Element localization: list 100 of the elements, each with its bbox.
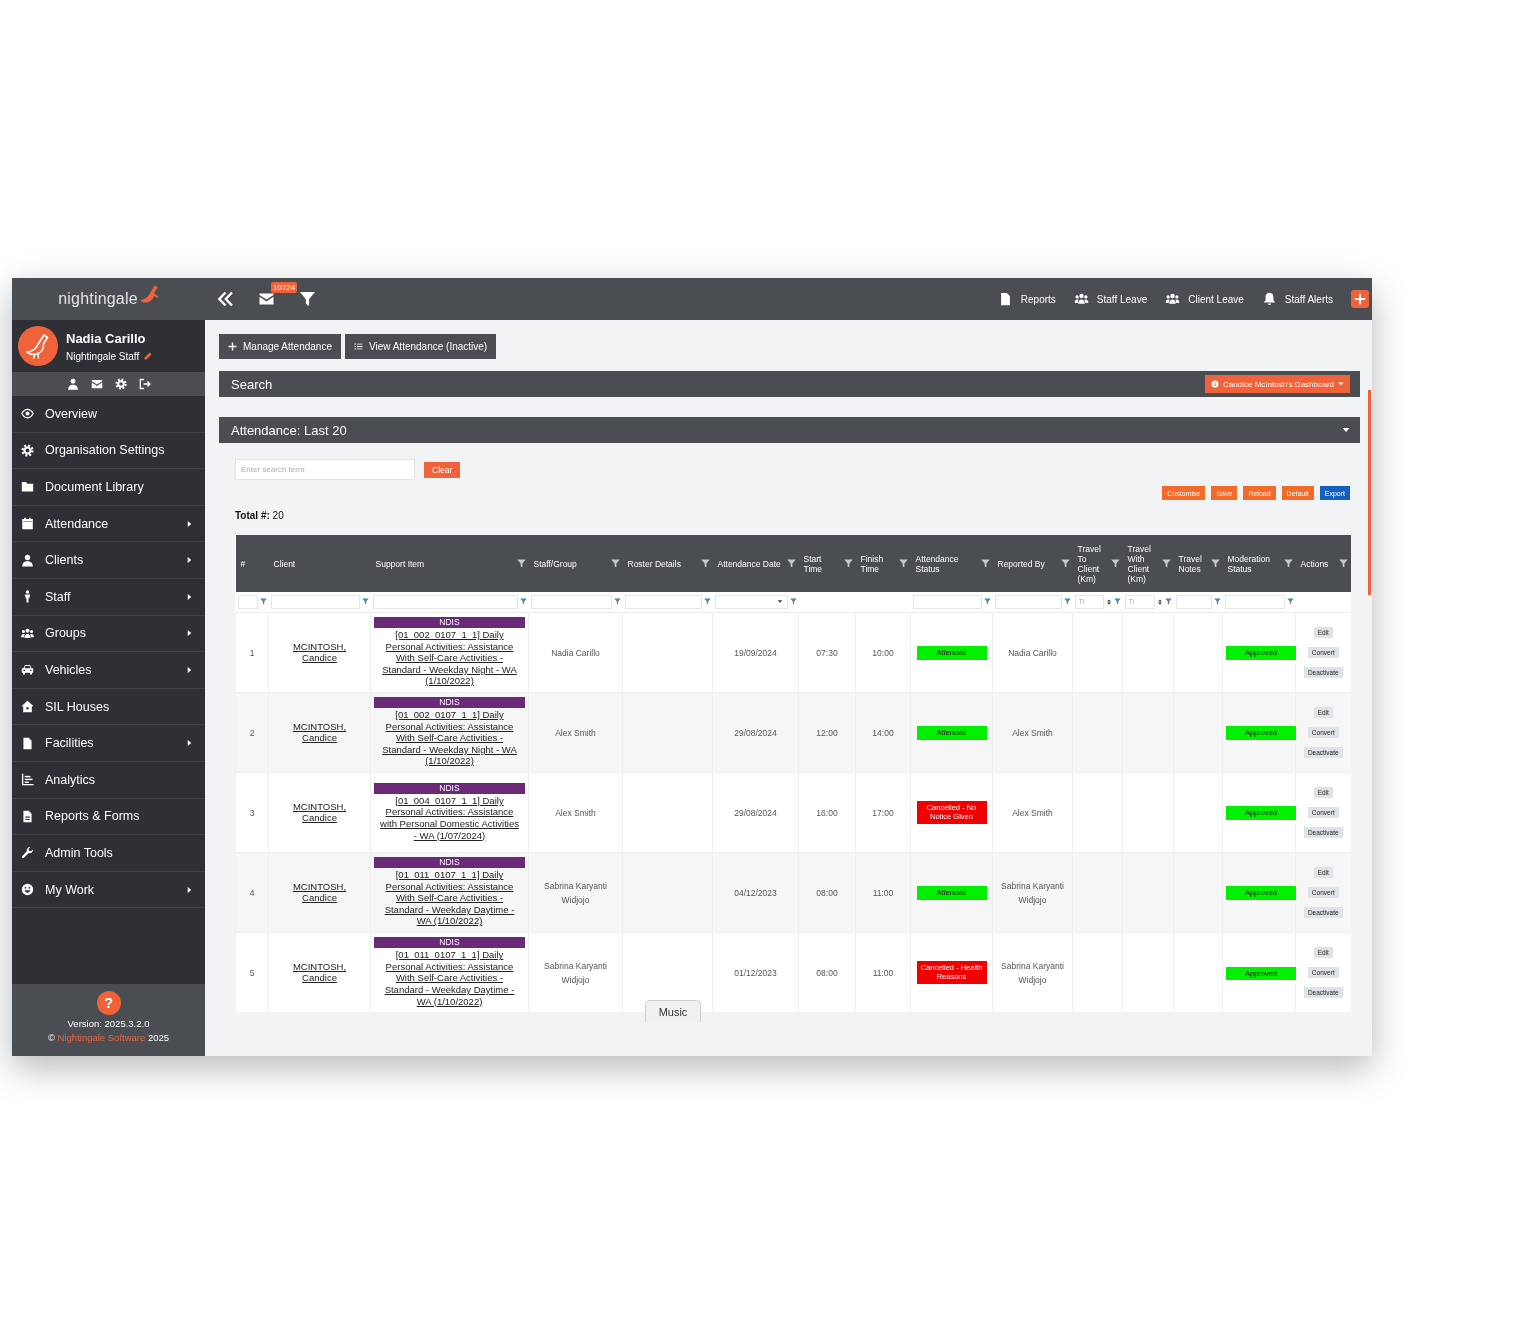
envelope-icon[interactable] (258, 291, 275, 307)
filter-icon[interactable] (1060, 559, 1070, 568)
filter-field[interactable] (237, 594, 258, 609)
support-item-link[interactable]: [01_004_0107_1_1] Daily Personal Activities: Assistance with Personal Domestic Activities - WA (1/07/2024) (378, 794, 521, 842)
client-link[interactable]: MCINTOSH, Candice (292, 961, 347, 984)
menu-item[interactable]: My Work (12, 871, 205, 909)
envelope-icon[interactable] (90, 378, 103, 390)
filter-icon[interactable] (700, 559, 710, 568)
filter-icon[interactable] (1338, 559, 1348, 568)
filter-icon[interactable] (1110, 559, 1120, 568)
staff-name: Alex Smith (555, 728, 596, 738)
filter-field[interactable] (624, 594, 702, 609)
filter-icon[interactable] (1283, 559, 1293, 568)
copyright-text: © Nightingale Software 2025 (47, 1032, 170, 1043)
client-leave-link[interactable]: Client Leave (1165, 292, 1244, 306)
menu-item[interactable]: Admin Tools (12, 835, 205, 872)
staff-leave-link[interactable]: Staff Leave (1073, 292, 1148, 306)
menu-item[interactable]: Groups (12, 615, 205, 653)
scrollbar-thumb[interactable] (1368, 390, 1371, 595)
menu-item[interactable]: Overview (12, 396, 205, 433)
filter-icon[interactable] (703, 598, 711, 606)
folder-icon (21, 480, 34, 494)
filter-icon[interactable] (786, 559, 796, 568)
menu-item[interactable]: Facilities (12, 725, 205, 762)
add-button[interactable] (1351, 290, 1369, 308)
client-link[interactable]: MCINTOSH, Candice (292, 641, 347, 663)
client-link[interactable]: MCINTOSH, Candice (292, 721, 347, 743)
reports-link[interactable]: Reports (997, 292, 1056, 306)
column-header: Attendance Date (717, 558, 781, 569)
filter-field[interactable] (530, 594, 612, 609)
time-text: 08:00 (816, 968, 838, 979)
user-icon[interactable] (66, 378, 79, 390)
filter-icon[interactable] (843, 559, 853, 568)
filter-icon[interactable] (1210, 559, 1220, 568)
filter-field[interactable] (994, 594, 1062, 609)
caret-right-icon (186, 592, 193, 601)
support-item-link[interactable]: [01_011_0107_1_1] Daily Personal Activities: Assistance With Self-Care Activities - Standard - Weekday Daytime - WA (1/10/2022) (378, 949, 521, 1008)
support-item-link[interactable]: [01_002_0107_1_1] Daily Personal Activities: Assistance With Self-Care Activities - Standard - Weekday Night - WA (1/10/2022) (378, 629, 521, 687)
filter-field[interactable] (372, 594, 518, 609)
filter-field[interactable] (1224, 594, 1285, 609)
gear-icon (21, 443, 34, 457)
filter-icon[interactable] (1164, 598, 1172, 606)
row-number: 3 (249, 808, 255, 818)
sign-out-icon[interactable] (138, 378, 151, 390)
user-role: Nightingale Staff (66, 350, 140, 362)
total-count: Total #: 20 (235, 510, 284, 521)
filter-icon[interactable] (299, 291, 316, 307)
bell-icon (1261, 292, 1277, 306)
filter-icon[interactable] (983, 598, 991, 606)
filter-icon[interactable] (898, 559, 908, 568)
column-header: Moderation Status (1227, 553, 1272, 574)
funding-badge: NDIS (374, 697, 525, 708)
menu-item[interactable]: Attendance (12, 505, 205, 543)
filter-icon[interactable] (516, 559, 526, 568)
support-item-link[interactable]: [01_002_0107_1_1] Daily Personal Activities: Assistance With Self-Care Activities - Standard - Weekday Night - WA (1/10/2022) (378, 709, 521, 767)
filter-field[interactable] (270, 594, 360, 609)
filter-icon[interactable] (789, 598, 797, 606)
music-tab[interactable]: Music (645, 1000, 701, 1022)
menu-item[interactable]: Clients (12, 542, 205, 579)
filter-icon[interactable] (610, 559, 620, 568)
caret-right-icon (186, 739, 193, 748)
date-text: 01/12/2023 (734, 968, 777, 979)
double-chevron-icon[interactable] (217, 291, 234, 307)
filter-icon[interactable] (613, 598, 621, 606)
menu-item[interactable]: SIL Houses (12, 688, 205, 726)
row-number: 5 (249, 968, 255, 979)
client-link[interactable]: MCINTOSH, Candice (292, 801, 347, 823)
filter-icon[interactable] (1063, 598, 1071, 606)
view-attendance-button[interactable]: View Attendance (Inactive) (344, 334, 497, 359)
support-item-link[interactable]: [01_011_0107_1_1] Daily Personal Activities: Assistance With Self-Care Activities - Standard - Weekday Daytime - WA (1/10/2022) (378, 869, 521, 927)
car-icon (21, 663, 34, 677)
user-name: Nadia Carillo (66, 330, 147, 346)
search-field[interactable]: Enter search term (235, 459, 415, 480)
staff-alerts-link[interactable]: Staff Alerts (1261, 292, 1333, 306)
info-icon (1211, 380, 1220, 388)
filter-icon[interactable] (519, 598, 527, 606)
menu-item[interactable]: Staff (12, 578, 205, 616)
pencil-icon[interactable] (144, 352, 153, 360)
caret-down-icon[interactable] (1342, 426, 1350, 434)
reporter-name: Alex Smith (1012, 808, 1053, 818)
panel-title: Search (231, 376, 273, 392)
filter-icon[interactable] (980, 559, 990, 568)
filter-icon[interactable] (1161, 559, 1171, 568)
filter-field[interactable] (912, 594, 982, 609)
menu-item[interactable]: Organisation Settings (12, 432, 205, 470)
staff-name: Sabrina Karyanti Widjojo (544, 881, 607, 905)
filter-icon[interactable] (1213, 598, 1221, 606)
manage-attendance-button[interactable]: Manage Attendance (219, 334, 341, 359)
menu-item[interactable]: Reports & Forms (12, 798, 205, 836)
filter-icon[interactable] (1286, 598, 1294, 606)
filter-icon[interactable] (1113, 598, 1121, 606)
filter-icon[interactable] (361, 598, 369, 606)
filter-icon[interactable] (259, 598, 267, 606)
menu-item[interactable]: Document Library (12, 469, 205, 506)
gear-icon[interactable] (114, 378, 127, 390)
funding-badge: NDIS (374, 782, 525, 794)
menu-item[interactable]: Vehicles (12, 652, 205, 689)
client-link[interactable]: MCINTOSH, Candice (292, 881, 347, 903)
filter-field[interactable] (1175, 594, 1212, 609)
menu-item[interactable]: Analytics (12, 761, 205, 799)
